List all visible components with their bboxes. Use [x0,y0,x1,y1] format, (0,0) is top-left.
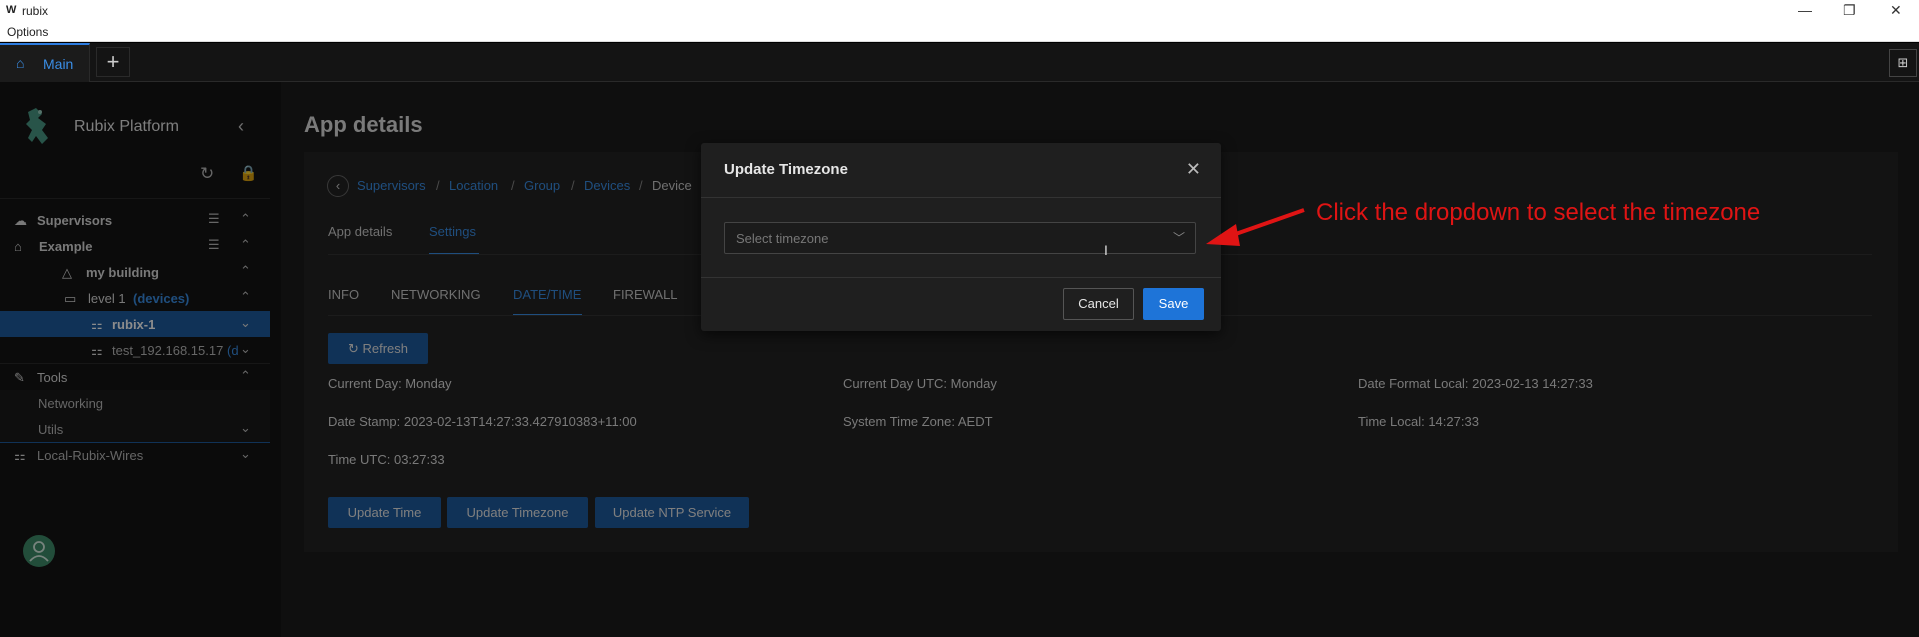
add-tab-button[interactable]: + [96,47,130,77]
annotation-arrow-icon [1206,208,1305,246]
close-window-button[interactable]: ✕ [1890,2,1902,19]
home-icon: ⌂ [16,55,25,71]
dialog-divider [701,277,1221,278]
cancel-button[interactable]: Cancel [1063,288,1134,320]
close-icon[interactable]: ✕ [1186,159,1201,180]
window-title: rubix [22,4,49,18]
restore-button[interactable]: ❐ [1843,2,1856,19]
tab-bar: ⌂ Main + ⊞ [0,43,1919,82]
window-titlebar: W rubix — ❐ ✕ [0,0,1919,22]
timezone-select[interactable]: Select timezone ﹀ [724,222,1196,254]
chevron-down-icon[interactable]: ﹀ [1173,229,1185,246]
dialog-title: Update Timezone [724,161,848,178]
tab-main-label: Main [43,56,74,72]
text-cursor-icon: I [1104,242,1108,258]
menu-bar: Options [0,22,1919,42]
layout-toggle-icon[interactable]: ⊞ [1889,49,1917,77]
tab-main[interactable]: ⌂ Main [0,43,90,82]
menu-options[interactable]: Options [7,25,48,39]
dialog-divider [701,197,1221,198]
save-button[interactable]: Save [1143,288,1204,320]
timezone-placeholder: Select timezone [736,231,829,246]
app-logo: W [6,4,17,16]
annotation-text: Click the dropdown to select the timezon… [1316,199,1761,226]
minimize-button[interactable]: — [1798,2,1812,18]
